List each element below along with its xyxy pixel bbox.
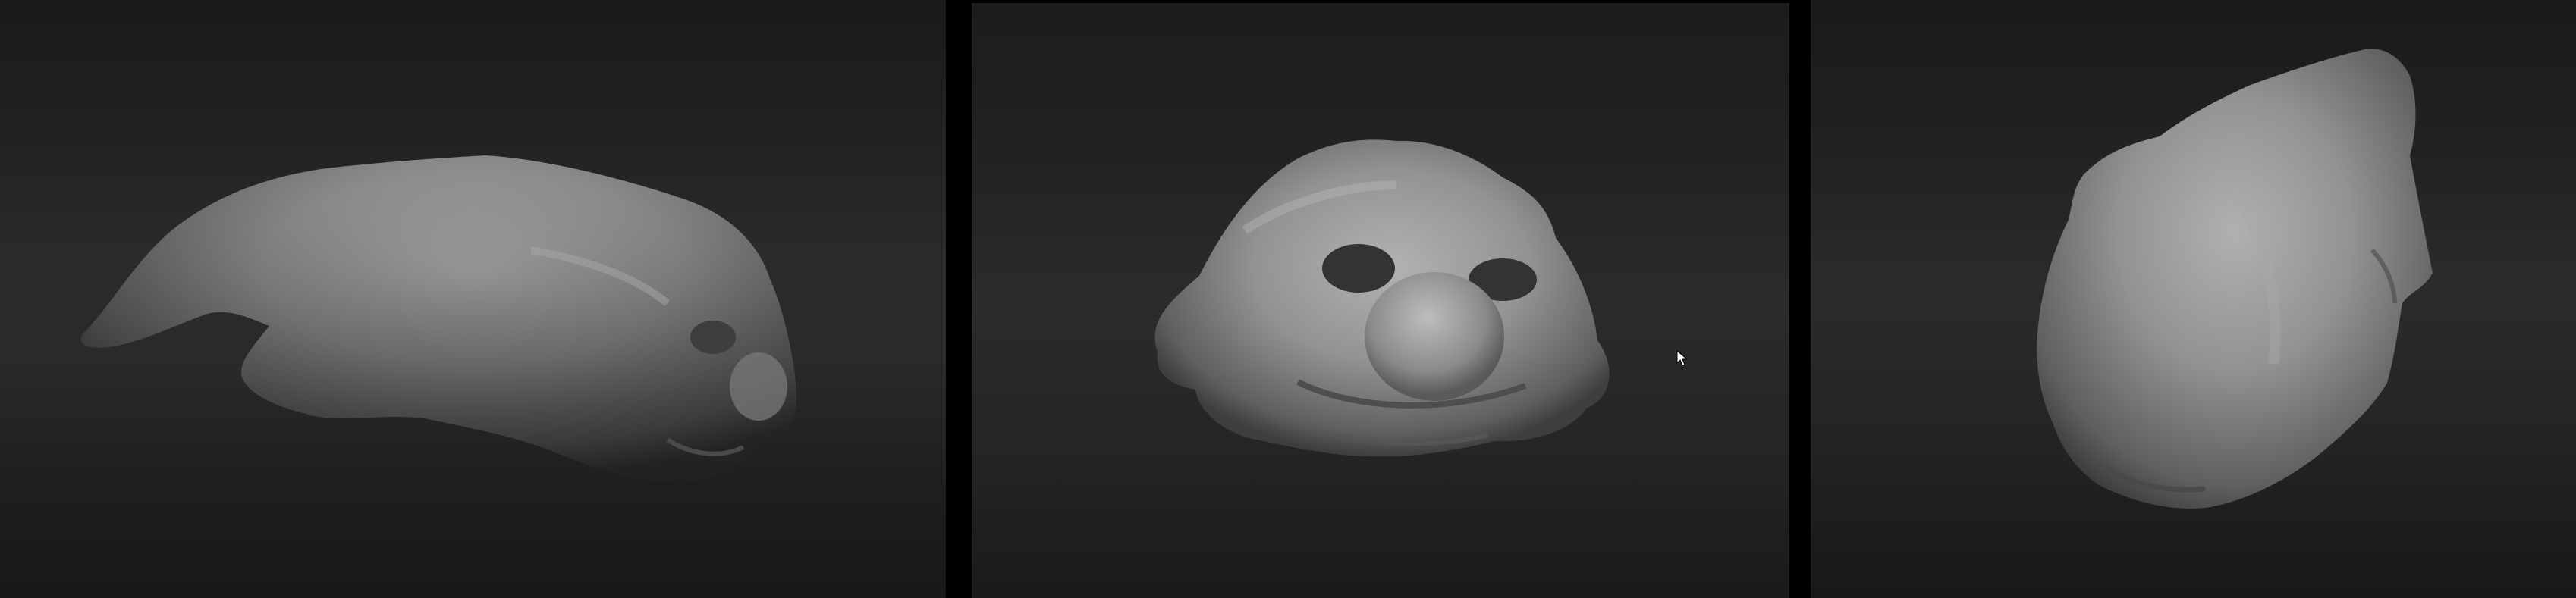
viewport-front[interactable] xyxy=(972,3,1789,598)
viewport-separator-left xyxy=(946,0,972,598)
sculpt-model-front-icon[interactable] xyxy=(972,3,1789,598)
viewport-separator-right xyxy=(1789,0,1811,598)
mouse-pointer-icon xyxy=(1676,350,1689,366)
sculpt-model-side-icon[interactable] xyxy=(0,0,946,598)
sculpt-model-top-icon[interactable] xyxy=(1811,0,2576,598)
viewport-strip xyxy=(0,0,2576,598)
viewport-top[interactable] xyxy=(1811,0,2576,598)
viewport-side[interactable] xyxy=(0,0,946,598)
